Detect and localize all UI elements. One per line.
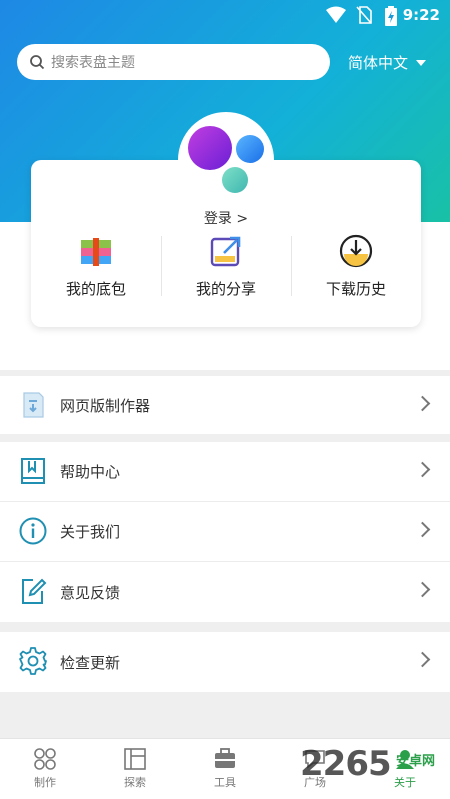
package-icon [81, 238, 111, 266]
tab-label: 工具 [214, 776, 236, 789]
web-page-icon [23, 392, 44, 418]
search-icon [30, 55, 45, 70]
tab-make[interactable]: 制作 [0, 739, 90, 799]
layout-icon [124, 748, 146, 770]
share-icon [210, 236, 241, 267]
menu-item-check-update[interactable]: 检查更新 [0, 632, 450, 692]
tab-label: 探索 [124, 776, 146, 789]
menu-group-web: 网页版制作器 [0, 376, 450, 434]
tab-label: 制作 [34, 776, 56, 789]
avatar-bubbles-icon [188, 126, 264, 193]
watermark-suffix: 安卓网 [396, 754, 436, 769]
login-label: 登录 > [203, 211, 249, 227]
menu-label: 帮助中心 [60, 463, 121, 481]
menu-group-info: 帮助中心 关于我们 意见反馈 [0, 442, 450, 622]
no-sim-icon [356, 6, 372, 24]
language-selector[interactable]: 简体中文 [348, 52, 427, 73]
shortcut-row: 我的底包 我的分享 下载历史 [31, 234, 421, 300]
menu-label: 关于我们 [60, 523, 121, 541]
grid-icon [34, 748, 56, 770]
battery-charging-icon [385, 6, 397, 26]
avatar[interactable] [178, 112, 274, 208]
chevron-right-icon [414, 581, 431, 598]
tab-label: 关于 [394, 776, 416, 789]
shortcut-label: 我的底包 [65, 280, 126, 298]
edit-icon [22, 578, 47, 604]
help-book-icon [21, 458, 45, 484]
menu-label: 网页版制作器 [60, 396, 151, 415]
menu-item-web-maker[interactable]: 网页版制作器 [0, 376, 450, 434]
download-history-icon [339, 234, 373, 268]
toolbox-icon [215, 748, 235, 768]
gear-icon [19, 647, 47, 675]
shortcut-my-shares[interactable]: 我的分享 [161, 234, 291, 300]
language-label: 简体中文 [348, 54, 409, 72]
status-bar: 9:22 [0, 0, 450, 30]
chevron-right-icon [414, 521, 431, 538]
shortcut-label: 我的分享 [195, 280, 256, 298]
menu-label: 检查更新 [60, 653, 121, 672]
wifi-icon [326, 6, 346, 23]
tab-explore[interactable]: 探索 [90, 739, 180, 799]
chevron-right-icon [414, 651, 431, 668]
chevron-down-icon [416, 59, 427, 66]
search-placeholder: 搜索表盘主题 [51, 55, 135, 71]
menu-group-update: 检查更新 [0, 632, 450, 692]
info-icon [19, 517, 47, 545]
shortcut-download-history[interactable]: 下载历史 [291, 234, 421, 300]
shortcut-label: 下载历史 [325, 280, 386, 298]
menu-item-feedback[interactable]: 意见反馈 [0, 562, 450, 622]
chevron-right-icon [414, 461, 431, 478]
login-link[interactable]: 登录 > [31, 208, 421, 228]
menu-item-help[interactable]: 帮助中心 [0, 442, 450, 502]
status-time: 9:22 [402, 6, 440, 24]
chevron-right-icon [414, 395, 431, 412]
menu-item-about[interactable]: 关于我们 [0, 502, 450, 562]
menu-label: 意见反馈 [60, 583, 121, 602]
watermark-logo: 2265 [300, 744, 392, 784]
search-input[interactable]: 搜索表盘主题 [17, 44, 330, 80]
shortcut-my-packages[interactable]: 我的底包 [31, 234, 161, 300]
tab-tools[interactable]: 工具 [180, 739, 270, 799]
